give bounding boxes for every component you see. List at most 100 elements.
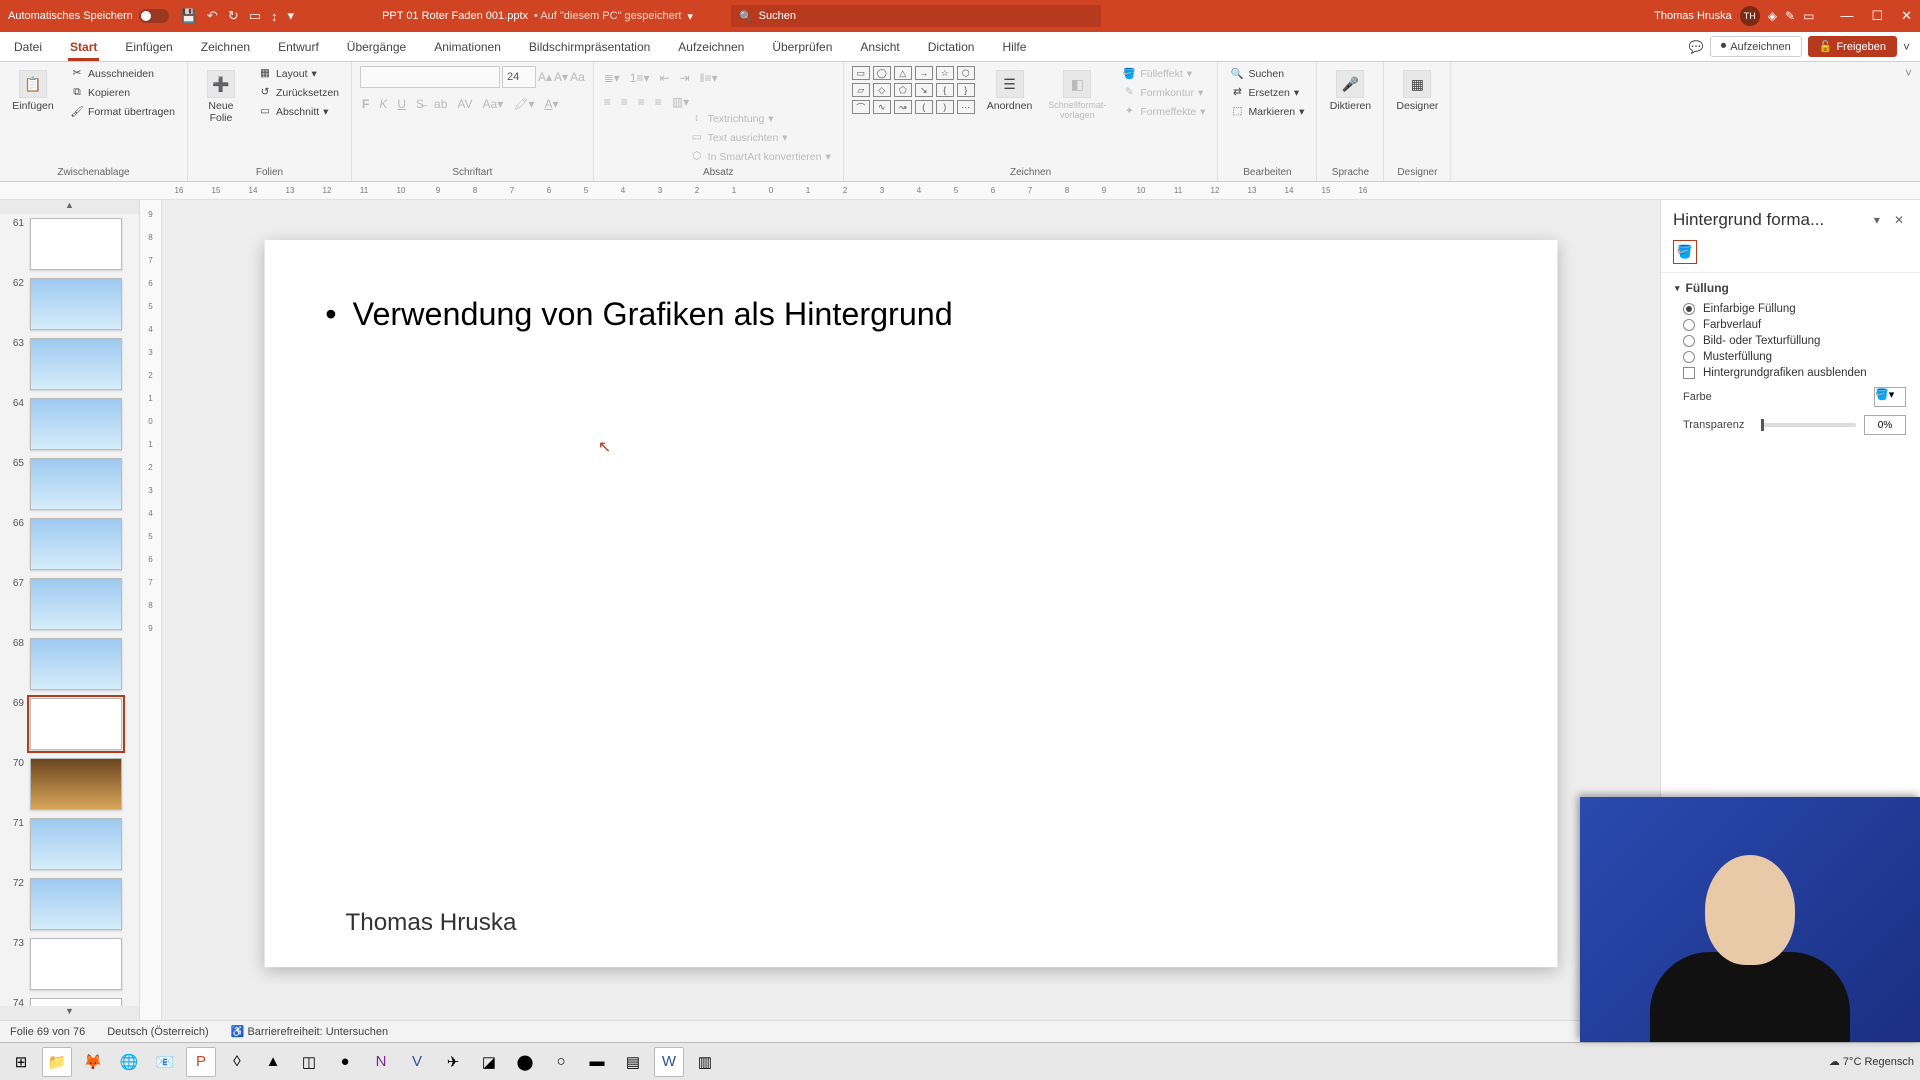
dictate-button[interactable]: 🎤Diktieren xyxy=(1325,66,1375,116)
thumbnail-slide-72[interactable]: 72 xyxy=(6,878,133,930)
weather-widget[interactable]: ☁ 7°C Regensch xyxy=(1829,1055,1914,1068)
case-icon[interactable]: Aa▾ xyxy=(481,96,506,112)
shapes-gallery[interactable]: ▭◯△→☆⬡ ▱◇⬠↘{} ⌒∿↝()⋯ xyxy=(852,66,975,114)
designer-button[interactable]: ▦Designer xyxy=(1392,66,1442,116)
format-painter-button[interactable]: 🖌Format übertragen xyxy=(66,104,179,120)
thumb-scroll-down[interactable]: ▼ xyxy=(0,1006,139,1020)
outlook-icon[interactable]: 📧 xyxy=(150,1047,180,1077)
firefox-icon[interactable]: 🦊 xyxy=(78,1047,108,1077)
color-picker-button[interactable]: 🪣▾ xyxy=(1874,387,1906,407)
accessibility-status[interactable]: ♿ Barrierefreiheit: Untersuchen xyxy=(231,1025,388,1038)
thumbnail-slide-66[interactable]: 66 xyxy=(6,518,133,570)
thumb-scroll-up[interactable]: ▲ xyxy=(0,200,139,214)
thumbnail-slide-74[interactable]: 74 xyxy=(6,998,133,1006)
decrease-font-icon[interactable]: A▾ xyxy=(554,70,568,84)
replace-button[interactable]: ⇄Ersetzen ▾ xyxy=(1226,85,1308,101)
share-button[interactable]: 🔓 Freigeben xyxy=(1808,36,1897,57)
text-align-button[interactable]: ▭Text ausrichten ▾ xyxy=(686,130,835,146)
qat-dropdown-icon[interactable]: ▾ xyxy=(288,8,295,24)
arrange-button[interactable]: ☰Anordnen xyxy=(983,66,1037,116)
fill-section-header[interactable]: Füllung xyxy=(1675,281,1906,295)
ink-icon[interactable]: ✎ xyxy=(1785,9,1795,23)
slideshow-icon[interactable]: ▭ xyxy=(249,8,261,24)
align-left-icon[interactable]: ≡ xyxy=(602,94,613,110)
italic-icon[interactable]: K xyxy=(377,96,389,112)
search-box[interactable]: 🔍 Suchen xyxy=(731,5,1101,27)
shadow-icon[interactable]: ab xyxy=(432,96,449,112)
app-icon-6[interactable]: ▬ xyxy=(582,1047,612,1077)
tab-entwurf[interactable]: Entwurf xyxy=(264,32,333,61)
start-button[interactable]: ⊞ xyxy=(6,1047,36,1077)
slide-counter[interactable]: Folie 69 von 76 xyxy=(10,1026,85,1038)
smartart-button[interactable]: ⬡In SmartArt konvertieren ▾ xyxy=(686,149,835,165)
thumbnail-slide-70[interactable]: 70 xyxy=(6,758,133,810)
user-account[interactable]: Thomas Hruska TH xyxy=(1654,6,1760,26)
redo-icon[interactable]: ↻ xyxy=(228,8,239,24)
tab-datei[interactable]: Datei xyxy=(0,32,56,61)
app-icon-4[interactable]: ◪ xyxy=(474,1047,504,1077)
numbering-icon[interactable]: 1≡▾ xyxy=(628,70,652,86)
quickstyles-button[interactable]: ◧Schnellformat- vorlagen xyxy=(1044,66,1110,124)
onenote-icon[interactable]: N xyxy=(366,1047,396,1077)
increase-font-icon[interactable]: A▴ xyxy=(538,70,552,84)
undo-icon[interactable]: ↶ xyxy=(207,8,218,24)
visio-icon[interactable]: V xyxy=(402,1047,432,1077)
align-right-icon[interactable]: ≡ xyxy=(636,94,647,110)
coming-soon-icon[interactable]: ◈ xyxy=(1768,9,1777,23)
transparency-value[interactable]: 0% xyxy=(1864,415,1906,435)
new-slide-button[interactable]: ➕Neue Folie xyxy=(196,66,246,128)
paste-button[interactable]: 📋Einfügen xyxy=(8,66,58,116)
cut-button[interactable]: ✂Ausschneiden xyxy=(66,66,179,82)
word-icon[interactable]: W xyxy=(654,1047,684,1077)
app-icon-3[interactable]: ● xyxy=(330,1047,360,1077)
system-tray[interactable]: ☁ 7°C Regensch xyxy=(1829,1055,1914,1068)
radio-solid-fill[interactable]: Einfarbige Füllung xyxy=(1683,303,1906,315)
font-size-input[interactable] xyxy=(502,66,536,88)
align-justify-icon[interactable]: ≡ xyxy=(653,94,664,110)
radio-pattern-fill[interactable]: Musterfüllung xyxy=(1683,351,1906,363)
check-hide-bg-graphics[interactable]: Hintergrundgrafiken ausblenden xyxy=(1683,367,1906,379)
collapse-ribbon-icon[interactable]: ˅ xyxy=(1903,40,1910,54)
strike-icon[interactable]: S̶ xyxy=(414,96,426,112)
app-icon-7[interactable]: ▤ xyxy=(618,1047,648,1077)
thumbnail-slide-71[interactable]: 71 xyxy=(6,818,133,870)
comments-icon[interactable]: 💬 xyxy=(1689,40,1704,54)
underline-icon[interactable]: U xyxy=(395,96,408,112)
close-icon[interactable]: ✕ xyxy=(1901,8,1912,24)
outline-button[interactable]: ✎Formkontur ▾ xyxy=(1118,85,1209,101)
app-icon-5[interactable]: ○ xyxy=(546,1047,576,1077)
indent-in-icon[interactable]: ⇥ xyxy=(678,70,692,86)
slide-bullet-text[interactable]: Verwendung von Grafiken als Hintergrund xyxy=(325,296,953,333)
touch-mode-icon[interactable]: ↕ xyxy=(271,9,278,24)
powerpoint-icon[interactable]: P xyxy=(186,1047,216,1077)
thumbnail-slide-64[interactable]: 64 xyxy=(6,398,133,450)
autosave-toggle[interactable]: Automatisches Speichern xyxy=(8,9,169,23)
spacing-icon[interactable]: AV xyxy=(455,96,474,112)
thumbnail-slide-68[interactable]: 68 xyxy=(6,638,133,690)
section-button[interactable]: ▭Abschnitt ▾ xyxy=(254,104,343,120)
minimize-icon[interactable]: — xyxy=(1840,8,1853,24)
columns-icon[interactable]: ▥▾ xyxy=(670,94,691,110)
transparency-slider[interactable] xyxy=(1761,423,1856,427)
font-family-input[interactable] xyxy=(360,66,500,88)
layout-button[interactable]: ▦Layout ▾ xyxy=(254,66,343,82)
linespacing-icon[interactable]: ‖≡▾ xyxy=(698,70,720,86)
app-icon-8[interactable]: ▥ xyxy=(690,1047,720,1077)
save-icon[interactable]: 💾 xyxy=(181,8,197,24)
thumbnail-slide-62[interactable]: 62 xyxy=(6,278,133,330)
chrome-icon[interactable]: 🌐 xyxy=(114,1047,144,1077)
bold-icon[interactable]: F xyxy=(360,96,371,112)
thumbnail-slide-73[interactable]: 73 xyxy=(6,938,133,990)
telegram-icon[interactable]: ✈ xyxy=(438,1047,468,1077)
language-status[interactable]: Deutsch (Österreich) xyxy=(107,1026,208,1038)
effects-button[interactable]: ✦Formeffekte ▾ xyxy=(1118,104,1209,120)
align-center-icon[interactable]: ≡ xyxy=(619,94,630,110)
thumbnail-slide-63[interactable]: 63 xyxy=(6,338,133,390)
vlc-icon[interactable]: ▲ xyxy=(258,1047,288,1077)
text-direction-button[interactable]: ↕Textrichtung ▾ xyxy=(686,111,835,127)
select-button[interactable]: ⬚Markieren ▾ xyxy=(1226,104,1308,120)
ribbon-mode-icon[interactable]: ▭ xyxy=(1803,9,1814,23)
thumbnail-slide-67[interactable]: 67 xyxy=(6,578,133,630)
tab-ueberpruefen[interactable]: Überprüfen xyxy=(758,32,846,61)
current-slide[interactable]: Verwendung von Grafiken als Hintergrund … xyxy=(265,240,1558,967)
